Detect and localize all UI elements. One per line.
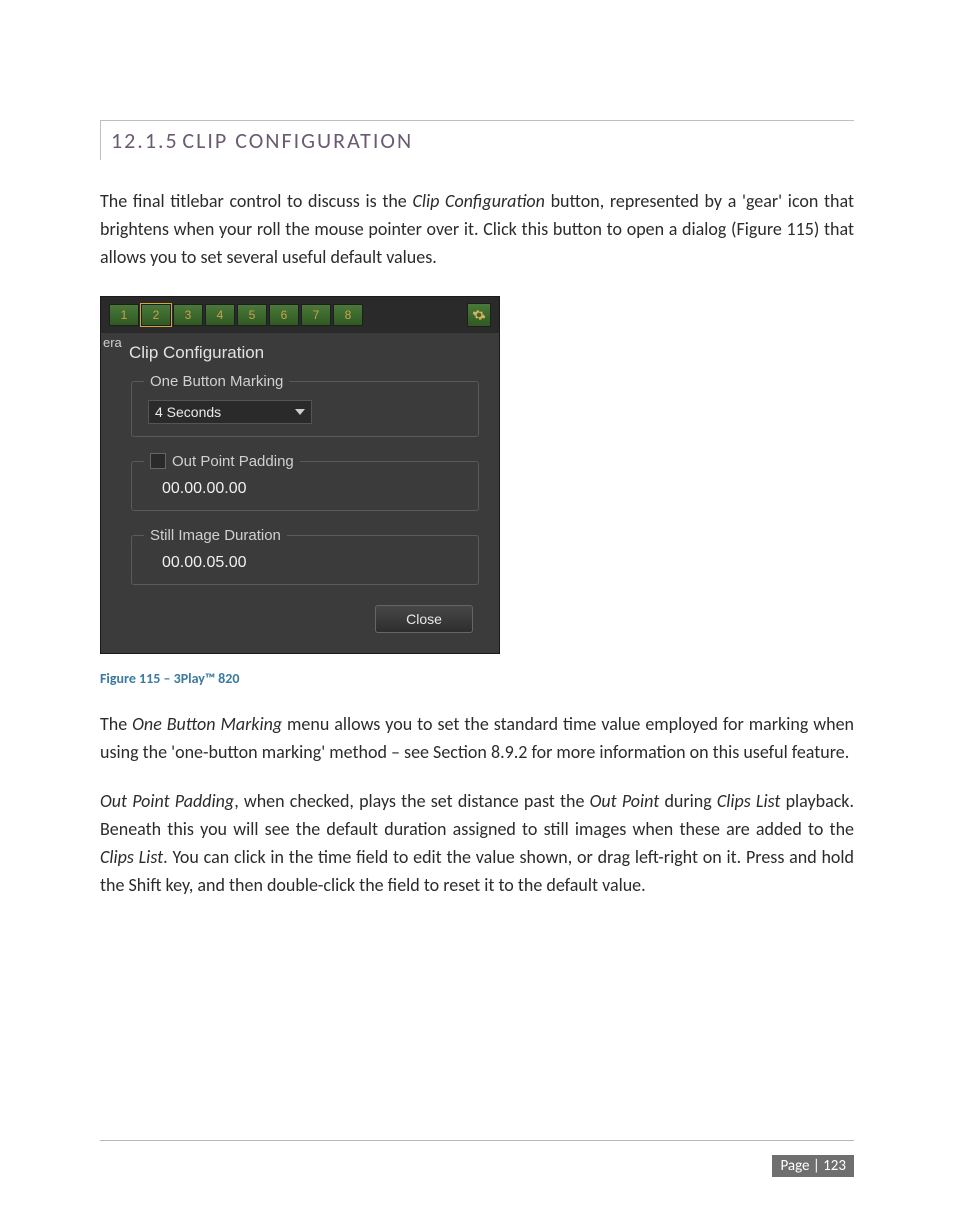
out-point-padding-group: Out Point Padding 00.00.00.00 (131, 453, 479, 511)
section-number: 12.1.5 (111, 127, 179, 154)
p2-em-one-button: One Button Marking (132, 713, 282, 735)
p3-em-clips-list-1: Clips List (717, 790, 781, 812)
tab-strip: 1 2 3 4 5 6 7 8 (101, 297, 499, 333)
tab-6[interactable]: 6 (269, 304, 299, 326)
paragraph-3: Out Point Padding, when checked, plays t… (100, 788, 854, 900)
one-button-marking-legend: One Button Marking (144, 373, 289, 390)
still-image-duration-group: Still Image Duration 00.00.05.00 (131, 527, 479, 585)
p1-em-clip-config: Clip Configuration (412, 190, 544, 212)
page-number: Page | 123 (772, 1155, 854, 1177)
out-point-padding-value[interactable]: 00.00.00.00 (144, 480, 466, 498)
section-title: CLIP CONFIGURATION (182, 127, 413, 154)
p3-em-out-point: Out Point (590, 790, 660, 812)
paragraph-2: The One Button Marking menu allows you t… (100, 711, 854, 767)
era-label: era (101, 333, 124, 352)
dialog-button-row: Close (111, 601, 489, 643)
p1-text-a: The final titlebar control to discuss is… (100, 190, 412, 212)
figure-115: 1 2 3 4 5 6 7 8 era Clip Configuration (100, 296, 854, 654)
out-point-padding-checkbox[interactable] (150, 453, 166, 469)
gear-icon (472, 308, 486, 322)
out-point-padding-legend: Out Point Padding (144, 453, 300, 470)
tab-8[interactable]: 8 (333, 304, 363, 326)
p2-text-a: The (100, 713, 132, 735)
tab-1[interactable]: 1 (109, 304, 139, 326)
clip-configuration-dialog: era Clip Configuration One Button Markin… (101, 333, 499, 653)
one-button-marking-group: One Button Marking 4 Seconds (131, 373, 479, 437)
still-image-duration-value[interactable]: 00.00.05.00 (144, 554, 466, 572)
figure-caption: Figure 115 – 3Play™ 820 (100, 670, 854, 687)
section-heading-container: 12.1.5 CLIP CONFIGURATION (100, 120, 854, 160)
p3-text-b: during (659, 790, 717, 812)
tab-3[interactable]: 3 (173, 304, 203, 326)
one-button-marking-dropdown[interactable]: 4 Seconds (148, 400, 312, 424)
tab-7[interactable]: 7 (301, 304, 331, 326)
chevron-down-icon (295, 409, 305, 415)
footer-rule (100, 1140, 854, 1141)
still-image-duration-legend: Still Image Duration (144, 527, 287, 544)
dialog-title: Clip Configuration (111, 339, 489, 373)
p3-em-clips-list-2: Clips List (100, 846, 163, 868)
p3-text-d: . You can click in the time field to edi… (100, 846, 854, 896)
tab-5[interactable]: 5 (237, 304, 267, 326)
one-button-marking-value: 4 Seconds (155, 404, 221, 420)
p3-em-out-point-padding: Out Point Padding (100, 790, 234, 812)
out-point-padding-legend-text: Out Point Padding (172, 453, 294, 470)
screenshot-clip-configuration: 1 2 3 4 5 6 7 8 era Clip Configuration (100, 296, 500, 654)
close-button[interactable]: Close (375, 605, 473, 633)
tab-2[interactable]: 2 (141, 304, 171, 326)
clip-configuration-button[interactable] (467, 303, 491, 327)
paragraph-1: The final titlebar control to discuss is… (100, 188, 854, 272)
p3-text-a: , when checked, plays the set distance p… (234, 790, 589, 812)
tab-4[interactable]: 4 (205, 304, 235, 326)
